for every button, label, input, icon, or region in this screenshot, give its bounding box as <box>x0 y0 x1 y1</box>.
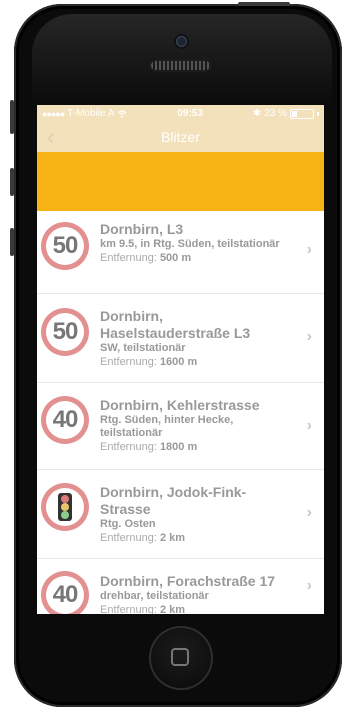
status-bar: ●●●●● T-Mobile A 09:53 ✱ 23 % <box>37 105 324 122</box>
phone-bezel-shine <box>32 14 332 104</box>
wifi-icon <box>118 109 127 117</box>
speed-limit-value: 40 <box>52 406 79 433</box>
page-title: Blitzer <box>161 129 200 145</box>
distance-label: Entfernung: <box>100 532 157 544</box>
speed-limit-sign-icon: 50 <box>41 222 89 270</box>
distance-label: Entfernung: <box>100 441 157 453</box>
radar-list: 50 Dornbirn, L3 km 9.5, in Rtg. Süden, t… <box>37 211 324 614</box>
carrier-label: T-Mobile A <box>67 108 115 119</box>
traffic-light-sign-icon <box>41 483 89 531</box>
item-title: Dornbirn, Jodok-Fink-Strasse <box>100 484 247 517</box>
mute-switch <box>10 100 14 134</box>
speed-limit-sign-icon: 50 <box>41 308 89 356</box>
distance-value: 2 km <box>159 532 186 544</box>
item-subtitle: km 9.5, in Rtg. Süden, teilstationär <box>100 238 280 250</box>
volume-down-button <box>10 228 14 256</box>
battery-tip <box>316 111 319 116</box>
item-title: Dornbirn, Haselstauderstraße L3 <box>100 308 251 341</box>
distance-value: 2 km <box>159 604 186 614</box>
status-time: 09:53 <box>177 108 203 119</box>
item-subtitle: SW, teilstationär <box>100 342 186 354</box>
item-subtitle: drehbar, teilstationär <box>100 590 209 602</box>
distance-label: Entfernung: <box>100 252 157 264</box>
item-title: Dornbirn, L3 <box>100 221 184 237</box>
item-title: Dornbirn, Kehlerstrasse <box>100 397 260 413</box>
distance-label: Entfernung: <box>100 604 157 614</box>
chevron-right-icon: › <box>306 577 312 594</box>
banner-ad[interactable] <box>37 152 324 211</box>
item-subtitle: Rtg. Süden, hinter Hecke, teilstationär <box>100 414 234 439</box>
chevron-right-icon: › <box>306 417 312 434</box>
power-button <box>238 2 290 6</box>
back-button[interactable]: ‹ <box>47 126 54 148</box>
bluetooth-icon: ✱ <box>252 108 262 119</box>
signal-icon: ●●●●● <box>42 108 65 119</box>
list-item[interactable]: 40 Dornbirn, Forachstraße 17 drehbar, te… <box>37 559 324 614</box>
speed-limit-sign-icon: 40 <box>41 571 89 614</box>
item-subtitle: Rtg. Osten <box>100 518 156 530</box>
earpiece-speaker <box>151 61 210 70</box>
navigation-bar: ‹ Blitzer <box>37 122 324 152</box>
app-screen: ●●●●● T-Mobile A 09:53 ✱ 23 % ‹ Blitzer … <box>37 105 324 614</box>
speed-limit-value: 40 <box>52 581 79 608</box>
chevron-right-icon: › <box>306 504 312 521</box>
chevron-right-icon: › <box>306 241 312 258</box>
list-item[interactable]: 40 Dornbirn, Kehlerstrasse Rtg. Süden, h… <box>37 383 324 470</box>
speed-limit-value: 50 <box>52 232 79 259</box>
distance-value: 1800 m <box>159 441 198 453</box>
speed-limit-sign-icon: 40 <box>41 396 89 444</box>
distance-value: 500 m <box>159 252 192 264</box>
list-item[interactable]: 50 Dornbirn, Haselstauderstraße L3 SW, t… <box>37 294 324 383</box>
list-item[interactable]: 50 Dornbirn, L3 km 9.5, in Rtg. Süden, t… <box>37 211 324 294</box>
traffic-light-icon <box>58 493 72 521</box>
front-camera <box>176 36 187 47</box>
battery-icon <box>289 108 314 119</box>
list-item[interactable]: Dornbirn, Jodok-Fink-Strasse Rtg. Osten … <box>37 470 324 559</box>
home-square-icon <box>171 648 189 666</box>
chevron-right-icon: › <box>306 328 312 345</box>
speed-limit-value: 50 <box>52 318 79 345</box>
item-title: Dornbirn, Forachstraße 17 <box>100 573 276 589</box>
battery-percent: 23 % <box>264 108 287 119</box>
volume-up-button <box>10 168 14 196</box>
distance-value: 1600 m <box>159 356 198 368</box>
distance-label: Entfernung: <box>100 356 157 368</box>
